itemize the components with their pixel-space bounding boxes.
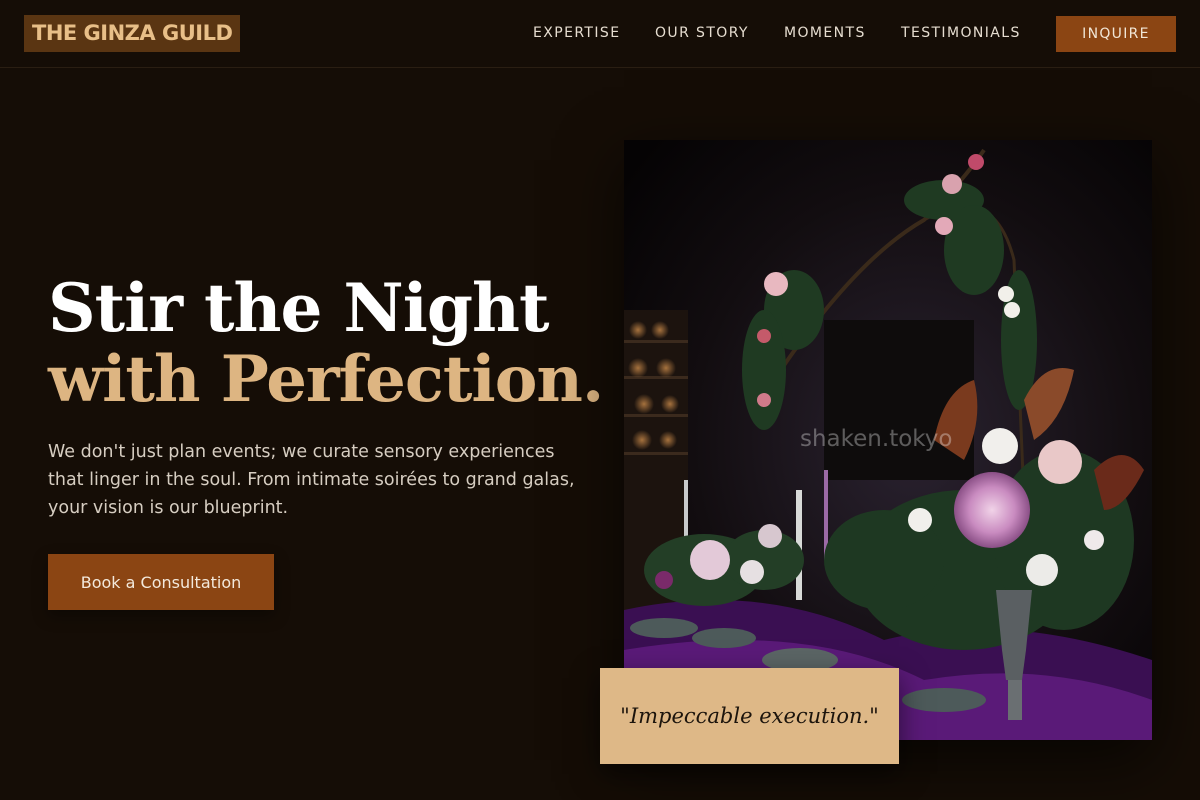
main-nav: EXPERTISE OUR STORY MOMENTS TESTIMONIALS (0, 24, 1200, 44)
inquire-button[interactable]: INQUIRE (1056, 16, 1176, 52)
nav-link-our-story[interactable]: OUR STORY (655, 24, 749, 42)
nav-link-expertise[interactable]: EXPERTISE (533, 24, 620, 42)
hero-photo: shaken.tokyo (624, 140, 1152, 740)
nav-link-moments[interactable]: MOMENTS (784, 24, 866, 42)
hero-title: Stir the Night with Perfection. (48, 272, 608, 416)
nav-link-testimonials[interactable]: TESTIMONIALS (901, 24, 1021, 42)
photo-watermark: shaken.tokyo (800, 426, 953, 452)
testimonial-quote-card: "Impeccable execution." (600, 668, 899, 764)
site-header: THE GINZA GUILD EXPERTISE OUR STORY MOME… (0, 0, 1200, 68)
hero-title-line-2: with Perfection. (48, 342, 604, 417)
hero-title-line-1: Stir the Night (48, 269, 549, 347)
hero-description: We don't just plan events; we curate sen… (48, 442, 575, 518)
quote-text: "Impeccable execution." (620, 704, 879, 728)
book-consultation-button[interactable]: Book a Consultation (48, 554, 274, 610)
